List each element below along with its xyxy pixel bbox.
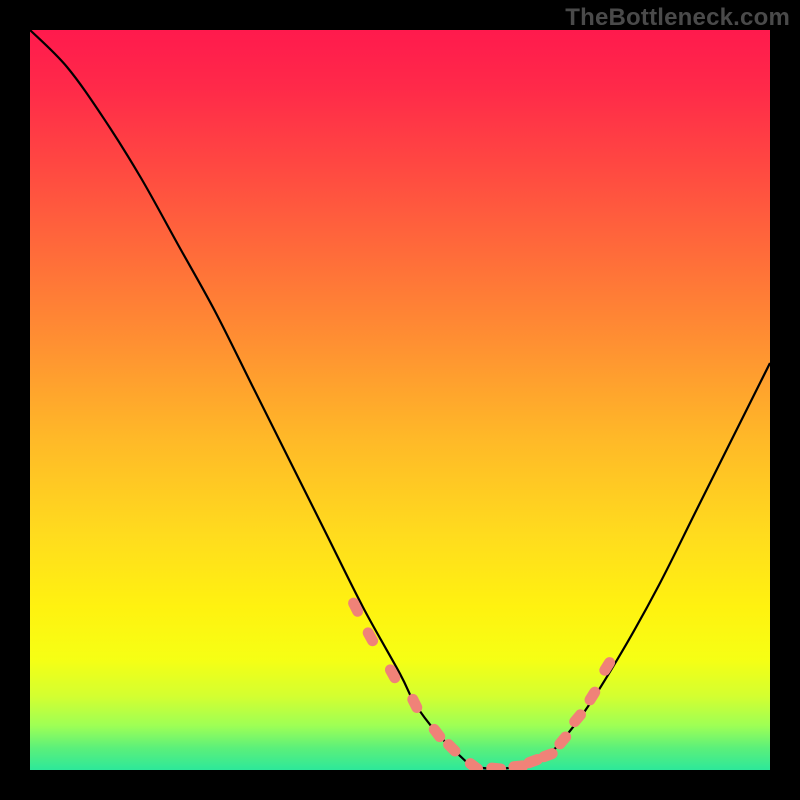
bottleneck-chart bbox=[30, 30, 770, 770]
chart-frame: TheBottleneck.com bbox=[0, 0, 800, 800]
plot-area bbox=[30, 30, 770, 770]
gradient-background bbox=[30, 30, 770, 770]
watermark-text: TheBottleneck.com bbox=[565, 4, 790, 32]
